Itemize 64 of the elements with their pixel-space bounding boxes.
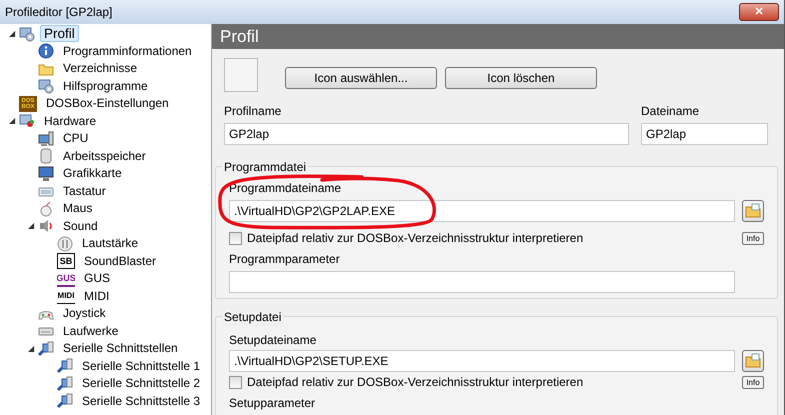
plug-icon xyxy=(57,393,73,410)
info-button[interactable]: Info xyxy=(742,232,764,244)
parameter-field[interactable] xyxy=(229,271,735,293)
tree-item[interactable]: Lautstärke xyxy=(78,235,142,252)
plug-icon xyxy=(38,340,54,357)
tree-item[interactable]: DOSBox-Einstellungen xyxy=(42,95,173,112)
path-field[interactable]: .\VirtualHD\GP2\SETUP.EXE xyxy=(229,350,735,372)
field-label: Profilname xyxy=(224,103,282,120)
hardware-icon xyxy=(19,113,35,130)
checkbox[interactable] xyxy=(229,232,242,244)
tree-item[interactable]: GUS xyxy=(80,270,114,288)
gear-icon xyxy=(38,78,54,94)
plug-icon xyxy=(57,358,73,374)
panel-header: Profil xyxy=(212,24,784,49)
tree-item[interactable]: Arbeitsspeicher xyxy=(59,148,150,165)
expand-arrow[interactable]: ◢ xyxy=(5,28,19,40)
tree-item[interactable]: Hilfsprogramme xyxy=(59,78,152,95)
checkbox-label: Dateipfad relativ zur DOSBox-Verzeichnisstruktur interpretieren xyxy=(247,230,584,247)
info-button[interactable]: Info xyxy=(742,376,764,388)
tree-item[interactable]: Serielle Schnittstelle 2 xyxy=(78,375,204,392)
field-label: Programmdateiname xyxy=(229,181,342,195)
tree-item[interactable]: Profil xyxy=(40,25,79,42)
folder-icon xyxy=(745,353,761,369)
tree-item[interactable]: CPU xyxy=(59,130,92,148)
field-label: Setupparameter xyxy=(229,396,316,410)
browse-button[interactable] xyxy=(742,350,764,372)
icon-button[interactable]: Icon löschen xyxy=(445,67,597,89)
checkbox[interactable] xyxy=(229,376,242,388)
checkbox-label: Dateipfad relativ zur DOSBox-Verzeichnisstruktur interpretieren xyxy=(247,374,584,391)
icon-preview xyxy=(224,58,258,92)
memory-icon xyxy=(38,148,54,164)
speaker-icon xyxy=(38,218,54,234)
expand-arrow[interactable]: ◢ xyxy=(5,115,19,128)
path-field[interactable]: .\VirtualHD\GP2\GP2LAP.EXE xyxy=(229,200,735,222)
monitor-icon xyxy=(38,166,54,182)
tree-item[interactable]: Serielle Schnittstelle 1 xyxy=(78,358,204,375)
tree-item[interactable]: Programminformationen xyxy=(59,42,196,60)
browse-button[interactable] xyxy=(742,200,764,222)
tree-item[interactable]: Maus xyxy=(59,200,96,218)
expand-arrow[interactable]: ◢ xyxy=(24,220,38,232)
tree-item[interactable]: Grafikkarte xyxy=(59,165,126,182)
computer-icon xyxy=(38,130,54,147)
tree-item[interactable]: Tastatur xyxy=(59,182,110,200)
folder-icon xyxy=(745,203,761,219)
logo-icon: SB xyxy=(57,253,75,270)
tree-item[interactable]: Serielle Schnittstellen xyxy=(59,340,182,358)
tree-item[interactable]: Hardware xyxy=(40,112,100,130)
tree-item[interactable]: Laufwerke xyxy=(59,322,122,340)
tree-item[interactable]: Sound xyxy=(59,218,102,235)
info-icon xyxy=(38,43,54,60)
field-label: Setupdateiname xyxy=(229,333,316,347)
plug-icon xyxy=(57,376,73,392)
tree-item[interactable]: Serielle Schnittstelle 3 xyxy=(78,392,204,410)
field-label: Programmparameter xyxy=(229,252,340,266)
file-name-field[interactable]: GP2lap xyxy=(641,123,768,145)
tree-item[interactable]: SoundBlaster xyxy=(80,252,160,270)
tree-item[interactable]: Verzeichnisse xyxy=(59,60,142,78)
expand-arrow[interactable]: ◢ xyxy=(24,342,38,355)
field-label: Dateiname xyxy=(641,103,700,120)
icon-button[interactable]: Icon auswählen... xyxy=(285,67,437,89)
tree-item[interactable]: Joystick xyxy=(59,305,110,322)
tree-item[interactable]: MIDI xyxy=(80,288,114,305)
window-title: Profileditor [GP2lap] xyxy=(5,4,112,21)
profile-name-field[interactable]: GP2lap xyxy=(224,123,629,145)
